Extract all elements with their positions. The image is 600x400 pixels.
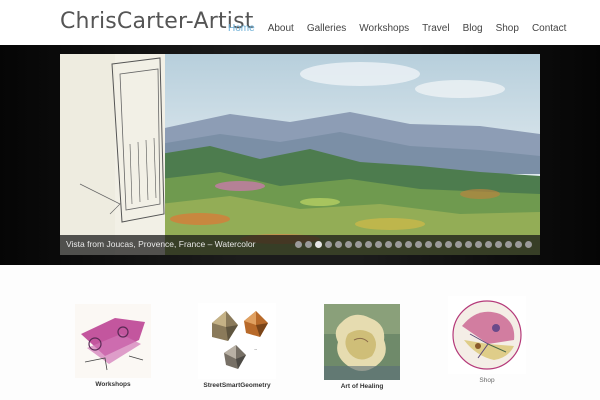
slider-dot[interactable]: [325, 241, 332, 248]
slider-dot[interactable]: [475, 241, 482, 248]
slider-dot[interactable]: [355, 241, 362, 248]
thumb-streetsmartgeometry[interactable]: ~ StreetSmartGeometry: [187, 303, 287, 389]
svg-text:~: ~: [254, 347, 257, 352]
slider-dot[interactable]: [505, 241, 512, 248]
thumb-label-streetsmartgeometry[interactable]: StreetSmartGeometry: [187, 382, 287, 389]
slider-dot[interactable]: [375, 241, 382, 248]
slide-image-watercolor[interactable]: Vista from Joucas, Provence, France – Wa…: [60, 54, 540, 255]
slider-dot[interactable]: [525, 241, 532, 248]
slider-dot[interactable]: [465, 241, 472, 248]
hero-slider: Vista from Joucas, Provence, France – Wa…: [0, 45, 600, 265]
featured-thumbnails: Workshops ~ StreetSmartGeometry Art of H…: [0, 296, 600, 400]
nav-item-travel[interactable]: Travel: [422, 23, 449, 34]
slider-dot[interactable]: [435, 241, 442, 248]
nav-item-contact[interactable]: Contact: [532, 23, 566, 34]
workshops-image: [75, 304, 151, 378]
slider-dot[interactable]: [305, 241, 312, 248]
slider-dot[interactable]: [495, 241, 502, 248]
nav-item-shop[interactable]: Shop: [496, 23, 519, 34]
nav-item-home[interactable]: Home: [228, 23, 255, 34]
nav-item-blog[interactable]: Blog: [463, 23, 483, 34]
slide-caption-bar: Vista from Joucas, Provence, France – Wa…: [60, 235, 540, 255]
thumb-label-shop[interactable]: Shop: [437, 377, 537, 384]
slider-dot[interactable]: [445, 241, 452, 248]
main-nav: Home About Galleries Workshops Travel Bl…: [228, 23, 579, 34]
nav-item-workshops[interactable]: Workshops: [359, 23, 409, 34]
thumb-workshops[interactable]: Workshops: [63, 304, 163, 388]
nav-item-about[interactable]: About: [268, 23, 294, 34]
slider-dot[interactable]: [335, 241, 342, 248]
slide-caption: Vista from Joucas, Provence, France – Wa…: [66, 239, 256, 249]
thumb-label-art-of-healing[interactable]: Art of Healing: [312, 383, 412, 390]
slider-dot[interactable]: [385, 241, 392, 248]
shop-image: [448, 296, 526, 374]
slider-dot[interactable]: [425, 241, 432, 248]
slider-dot[interactable]: [315, 241, 322, 248]
site-title[interactable]: ChrisCarter-Artist: [60, 9, 254, 34]
slider-dot[interactable]: [365, 241, 372, 248]
watercolor-landscape-image: [60, 54, 540, 255]
slider-dot[interactable]: [485, 241, 492, 248]
slider-dot[interactable]: [415, 241, 422, 248]
thumb-art-of-healing[interactable]: Art of Healing: [312, 304, 412, 390]
slider-dot[interactable]: [405, 241, 412, 248]
geometry-image: ~: [198, 303, 276, 379]
slider-dot[interactable]: [515, 241, 522, 248]
art-of-healing-image: [324, 304, 400, 380]
nav-item-galleries[interactable]: Galleries: [307, 23, 346, 34]
slider-dot[interactable]: [345, 241, 352, 248]
slider-dot[interactable]: [295, 241, 302, 248]
thumb-label-workshops[interactable]: Workshops: [63, 381, 163, 388]
thumb-shop[interactable]: Shop: [437, 296, 537, 384]
slider-pagination: [295, 241, 532, 248]
slider-dot[interactable]: [455, 241, 462, 248]
slider-dot[interactable]: [395, 241, 402, 248]
site-header: ChrisCarter-Artist Home About Galleries …: [0, 0, 600, 45]
